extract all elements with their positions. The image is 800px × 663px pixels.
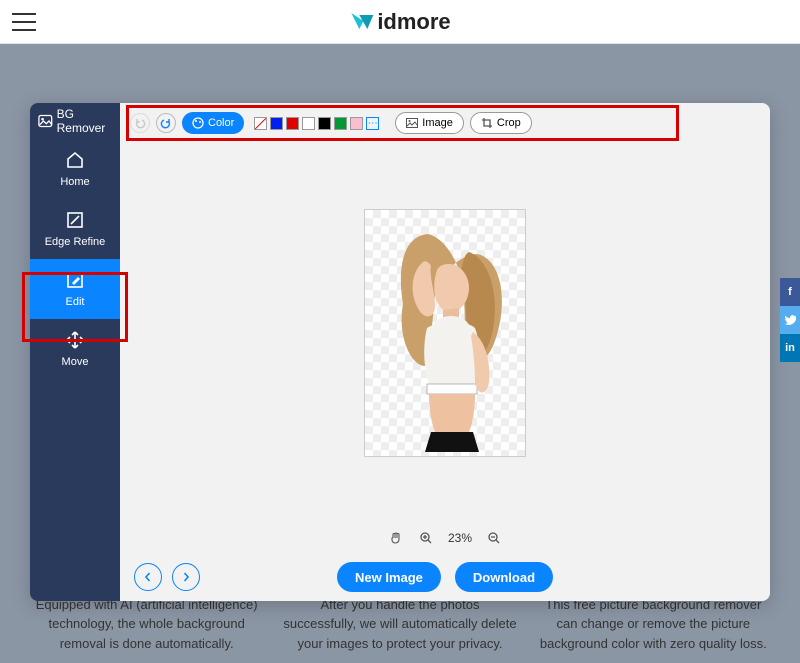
undo-icon xyxy=(134,117,146,129)
pan-hand-icon[interactable] xyxy=(388,530,404,546)
bg-remover-icon xyxy=(38,114,53,128)
color-mode-label: Color xyxy=(208,117,234,129)
sidebar: BG Remover Home Edge Refine Edit Move xyxy=(30,103,120,601)
swatch-black[interactable] xyxy=(318,117,331,130)
download-button[interactable]: Download xyxy=(455,562,553,592)
swatch-more[interactable]: ⋯ xyxy=(366,117,379,130)
brand-text: idmore xyxy=(377,9,450,35)
swatch-blue[interactable] xyxy=(270,117,283,130)
image-icon xyxy=(406,118,418,128)
feature-desc-ai: Equipped with AI (artificial intelligenc… xyxy=(20,595,273,654)
image-bg-button[interactable]: Image xyxy=(395,112,464,134)
zoom-in-button[interactable] xyxy=(418,530,434,546)
edit-toolbar: Color ⋯ Image Crop xyxy=(130,111,532,135)
swatch-green[interactable] xyxy=(334,117,347,130)
palette-icon xyxy=(192,117,204,129)
feature-desc-privacy: After you handle the photos successfully… xyxy=(273,595,526,654)
zoom-controls: 23% xyxy=(120,523,770,553)
swatch-white[interactable] xyxy=(302,117,315,130)
color-mode-button[interactable]: Color xyxy=(182,112,244,134)
swatch-red[interactable] xyxy=(286,117,299,130)
zoom-out-button[interactable] xyxy=(486,530,502,546)
home-icon xyxy=(65,150,85,170)
crop-icon xyxy=(481,117,493,129)
sidebar-item-home[interactable]: Home xyxy=(30,139,120,199)
top-bar: idmore xyxy=(0,0,800,44)
share-linkedin[interactable]: in xyxy=(780,334,800,362)
chevron-right-icon xyxy=(181,572,191,582)
edge-refine-icon xyxy=(65,210,85,230)
share-twitter[interactable] xyxy=(780,306,800,334)
twitter-icon xyxy=(784,315,796,325)
subject-person xyxy=(373,216,519,452)
sidebar-item-move[interactable]: Move xyxy=(30,319,120,379)
undo-button[interactable] xyxy=(130,113,150,133)
image-bg-label: Image xyxy=(422,117,453,129)
next-button[interactable] xyxy=(172,563,200,591)
sidebar-title-text: BG Remover xyxy=(57,107,120,135)
chevron-left-icon xyxy=(143,572,153,582)
share-facebook[interactable]: f xyxy=(780,278,800,306)
redo-icon xyxy=(160,117,172,129)
feature-descriptions: Equipped with AI (artificial intelligenc… xyxy=(0,595,800,663)
color-swatches: ⋯ xyxy=(254,117,379,130)
menu-icon[interactable] xyxy=(12,13,36,31)
logo-mark-icon xyxy=(349,11,375,33)
swatch-none[interactable] xyxy=(254,117,267,130)
sidebar-item-label: Move xyxy=(62,356,89,368)
canvas-preview-area xyxy=(120,103,770,523)
prev-button[interactable] xyxy=(134,563,162,591)
sidebar-item-label: Home xyxy=(60,176,89,188)
crop-button[interactable]: Crop xyxy=(470,112,532,134)
sidebar-item-edit[interactable]: Edit xyxy=(30,259,120,319)
redo-button[interactable] xyxy=(156,113,176,133)
edit-icon xyxy=(65,270,85,290)
sidebar-title: BG Remover xyxy=(30,103,120,139)
bottom-actions: New Image Download xyxy=(120,553,770,601)
crop-label: Crop xyxy=(497,117,521,129)
new-image-button[interactable]: New Image xyxy=(337,562,441,592)
sidebar-item-label: Edit xyxy=(66,296,85,308)
swatch-pink[interactable] xyxy=(350,117,363,130)
zoom-value: 23% xyxy=(448,531,472,545)
feature-desc-quality: This free picture background remover can… xyxy=(527,595,780,654)
sidebar-item-edge-refine[interactable]: Edge Refine xyxy=(30,199,120,259)
editor-app: BG Remover Home Edge Refine Edit Move xyxy=(30,103,770,601)
sidebar-item-label: Edge Refine xyxy=(45,236,106,248)
brand-logo[interactable]: idmore xyxy=(349,9,450,35)
move-icon xyxy=(65,330,85,350)
canvas-area: Color ⋯ Image Crop xyxy=(120,103,770,601)
social-share-tabs: f in xyxy=(780,278,800,362)
image-preview[interactable] xyxy=(364,209,526,457)
